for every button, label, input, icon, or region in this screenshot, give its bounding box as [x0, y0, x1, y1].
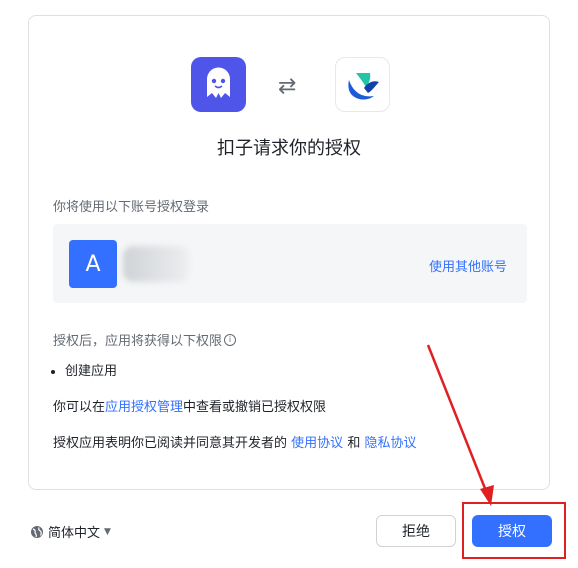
manage-suffix: 中查看或撤销已授权权限 — [183, 400, 327, 415]
info-icon[interactable]: i — [224, 333, 237, 346]
redacted-account-name — [123, 246, 189, 282]
bird-app-icon — [335, 57, 390, 112]
manage-text: 你可以在应用授权管理中查看或撤销已授权权限 — [53, 396, 326, 415]
auth-card: ⇄ 扣子请求你的授权 你将使用以下账号授权登录 A 使用其他账号 授权后，应用将… — [28, 15, 550, 490]
manage-prefix: 你可以在 — [53, 400, 106, 415]
ghost-app-icon — [191, 57, 246, 112]
agreement-prefix: 授权应用表明你已阅读并同意其开发者的 — [53, 436, 288, 451]
swap-icon: ⇄ — [278, 74, 297, 99]
avatar: A — [69, 240, 117, 288]
caret-down-icon: ▼ — [104, 526, 111, 537]
annotation-highlight-box — [462, 502, 566, 559]
globe-icon — [31, 525, 43, 538]
permissions-list: 创建应用 — [49, 360, 117, 379]
permission-item: 创建应用 — [65, 360, 117, 379]
agreement-text: 授权应用表明你已阅读并同意其开发者的 使用协议 和 隐私协议 — [53, 432, 416, 451]
permissions-title: 授权后，应用将获得以下权限 i — [53, 330, 237, 349]
app-auth-management-link[interactable]: 应用授权管理 — [105, 400, 183, 415]
reject-button[interactable]: 拒绝 — [376, 515, 456, 547]
privacy-link[interactable]: 隐私协议 — [364, 436, 416, 451]
permissions-title-text: 授权后，应用将获得以下权限 — [53, 334, 223, 349]
agreement-and: 和 — [347, 436, 361, 451]
account-hint: 你将使用以下账号授权登录 — [53, 200, 210, 215]
terms-link[interactable]: 使用协议 — [291, 436, 343, 451]
language-selector[interactable]: 简体中文 ▼ — [30, 522, 111, 541]
account-box: A 使用其他账号 — [53, 224, 527, 303]
page-title: 扣子请求你的授权 — [217, 138, 361, 159]
switch-account-link[interactable]: 使用其他账号 — [429, 256, 507, 275]
language-label: 简体中文 — [48, 526, 101, 541]
